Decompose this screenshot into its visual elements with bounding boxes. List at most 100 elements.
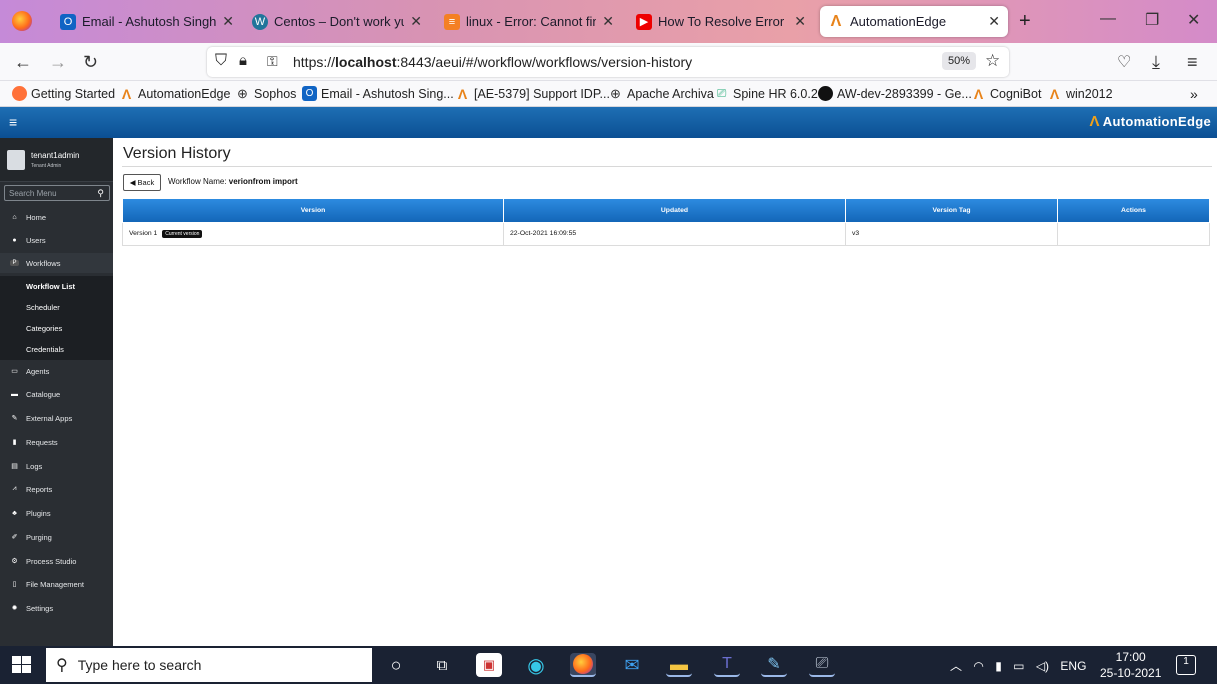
sidebar-subitem-scheduler[interactable]: Scheduler (0, 297, 113, 318)
sidebar-subitem-categories[interactable]: Categories (0, 318, 113, 339)
workflow-icon: P (10, 260, 19, 266)
star-icon[interactable]: ☆ (985, 51, 1000, 71)
sidebar-item-process-studio[interactable]: ⚙ Process Studio (0, 551, 113, 571)
clock[interactable]: 17:00 25-10-2021 (1100, 649, 1161, 681)
bookmark-getting-started[interactable]: Getting Started (12, 86, 115, 101)
task-view-icon[interactable]: ⧉ (429, 653, 455, 677)
store-icon[interactable]: ▣ (476, 653, 502, 677)
title-divider (122, 166, 1212, 167)
hamburger-icon[interactable]: ≡ (9, 114, 17, 130)
bookmarks-bar: Getting Started Λ AutomationEdge ⊕ Sophos … (0, 81, 1217, 107)
sidebar-item-requests[interactable]: ▮ Requests (0, 432, 113, 452)
bookmark-apache-archiva[interactable]: ⊕ Apache Archiva (608, 86, 714, 101)
pocket-icon[interactable]: ♡ (1117, 52, 1131, 72)
bookmark-win2012[interactable]: Λwin2012 (1047, 86, 1113, 102)
automationedge-logo-icon: Λ (1089, 113, 1100, 130)
reload-icon[interactable]: ↻ (83, 52, 98, 73)
shield-icon[interactable]: ⛉ (215, 52, 227, 70)
lock-icon[interactable]: 🔒︎ (239, 52, 247, 69)
column-header-updated[interactable]: Updated (503, 199, 846, 223)
current-version-badge: Current version (162, 230, 203, 238)
more-bookmarks-icon[interactable]: » (1190, 86, 1198, 102)
sidebar-item-plugins[interactable]: ♣ Plugins (0, 503, 113, 523)
close-tab-icon[interactable]: ✕ (794, 13, 806, 30)
mail-icon[interactable]: ✉ (619, 653, 645, 677)
tab-email[interactable]: O Email - Ashutosh Singh - O ✕ (52, 6, 242, 37)
user-role: Tenant Admin (31, 163, 62, 169)
cortana-icon[interactable]: ○ (383, 653, 409, 677)
wordpress-icon: W (252, 13, 268, 30)
firefox-taskbar-icon[interactable] (570, 653, 596, 677)
bookmark-spine-hr[interactable]: ⎚ Spine HR 6.0.2 (714, 86, 818, 101)
download-icon[interactable]: ⤓ (1152, 52, 1160, 73)
teams-icon[interactable]: T (714, 653, 740, 677)
file-explorer-icon[interactable]: ▬ (666, 653, 692, 677)
firefox-icon (12, 86, 27, 101)
close-window-icon[interactable]: ✕ (1187, 10, 1200, 30)
user-profile[interactable]: tenant1admin Tenant Admin (0, 138, 113, 182)
globe-icon: ⊕ (610, 85, 621, 101)
bookmark-cognibot[interactable]: Λ CogniBot (971, 86, 1042, 102)
microphone-icon[interactable]: ▮ (995, 659, 1002, 673)
reports-icon: ⩘ (12, 485, 17, 492)
bookmark-email[interactable]: O Email - Ashutosh Sing... (302, 86, 454, 101)
key-icon[interactable]: ⚿ (267, 53, 278, 70)
column-header-version[interactable]: Version (122, 199, 504, 223)
close-tab-icon[interactable]: ✕ (222, 13, 234, 30)
back-button[interactable]: ◀ Back (123, 174, 161, 191)
sidebar-subitem-credentials[interactable]: Credentials (0, 339, 113, 360)
sidebar-item-purging[interactable]: ✐ Purging (0, 527, 113, 547)
sidebar-item-settings[interactable]: ✹ Settings (0, 598, 113, 618)
process-studio-icon: ⚙ (11, 558, 18, 565)
tab-youtube[interactable]: ▶ How To Resolve Error Canno ✕ (628, 6, 814, 37)
minimize-icon[interactable]: — (1100, 10, 1116, 28)
close-tab-icon[interactable]: ✕ (988, 13, 1000, 30)
sidebar-item-file-management[interactable]: ▯ File Management (0, 574, 113, 594)
bookmark-ae-5379[interactable]: Λ [AE-5379] Support IDP... (455, 86, 610, 102)
close-tab-icon[interactable]: ✕ (410, 13, 422, 30)
search-icon: ⚲ (56, 657, 68, 674)
column-header-version-tag[interactable]: Version Tag (845, 199, 1058, 223)
url-bar[interactable]: ⛉ 🔒︎ ⚿ https://localhost:8443/aeui/#/wor… (207, 47, 1009, 77)
users-icon: ● (12, 236, 17, 244)
tab-centos[interactable]: W Centos – Don't work yum u ✕ (244, 6, 430, 37)
wifi-icon[interactable]: ◠ (973, 659, 983, 673)
bookmark-sophos[interactable]: ⊕ Sophos (235, 86, 296, 101)
sidebar-item-workflows[interactable]: P Workflows (0, 253, 113, 273)
windows-start-icon[interactable] (12, 656, 32, 674)
sidebar-item-reports[interactable]: ⩘ Reports (0, 479, 113, 499)
sidebar-item-home[interactable]: ⌂ Home (0, 207, 113, 227)
sidebar-item-catalogue[interactable]: ▬ Catalogue (0, 384, 113, 404)
taskbar-search-input[interactable]: ⚲ Type here to search (46, 648, 372, 682)
forward-arrow-icon[interactable]: → (49, 52, 67, 73)
sidebar-item-agents[interactable]: ▭ Agents (0, 361, 113, 381)
notepad-icon[interactable]: ✎ (761, 653, 787, 677)
remote-desktop-icon[interactable]: ⎚ (809, 653, 835, 677)
outlook-icon: O (302, 86, 317, 101)
bookmark-automationedge[interactable]: Λ AutomationEdge (119, 86, 231, 102)
restore-icon[interactable]: ❐ (1145, 10, 1159, 30)
language-indicator[interactable]: ENG (1060, 659, 1086, 673)
menu-icon[interactable]: ≡ (1187, 52, 1198, 73)
sidebar-subitem-workflow-list[interactable]: Workflow List (0, 276, 113, 297)
chevron-up-icon[interactable]: ︿ (950, 659, 962, 673)
sidebar-item-logs[interactable]: ▤ Logs (0, 456, 113, 476)
back-arrow-icon[interactable]: ← (14, 52, 32, 73)
volume-icon[interactable]: ◁) (1036, 659, 1049, 673)
bookmark-aw-dev[interactable]: AW-dev-2893399 - Ge... (818, 86, 972, 101)
file-icon: ▯ (12, 581, 17, 588)
search-icon[interactable]: ⚲ (97, 188, 104, 199)
sidebar-item-users[interactable]: ● Users (0, 230, 113, 250)
firefox-icon[interactable] (12, 11, 32, 31)
main-content: Version History ◀ Back Workflow Name: ve… (114, 138, 1217, 646)
battery-icon[interactable]: ▭ (1013, 659, 1024, 673)
notification-icon[interactable]: 1 (1176, 655, 1196, 675)
tab-linux[interactable]: ≡ linux - Error: Cannot find a v ✕ (436, 6, 622, 37)
close-tab-icon[interactable]: ✕ (602, 13, 614, 30)
sidebar-item-external-apps[interactable]: ✎ External Apps (0, 408, 113, 428)
tab-automationedge[interactable]: Λ AutomationEdge ✕ (820, 6, 1008, 37)
edge-icon[interactable]: ◉ (523, 653, 549, 677)
new-tab-icon[interactable]: + (1019, 10, 1031, 33)
zoom-level[interactable]: 50% (942, 52, 977, 70)
search-menu-input[interactable]: Search Menu ⚲ (4, 185, 110, 201)
